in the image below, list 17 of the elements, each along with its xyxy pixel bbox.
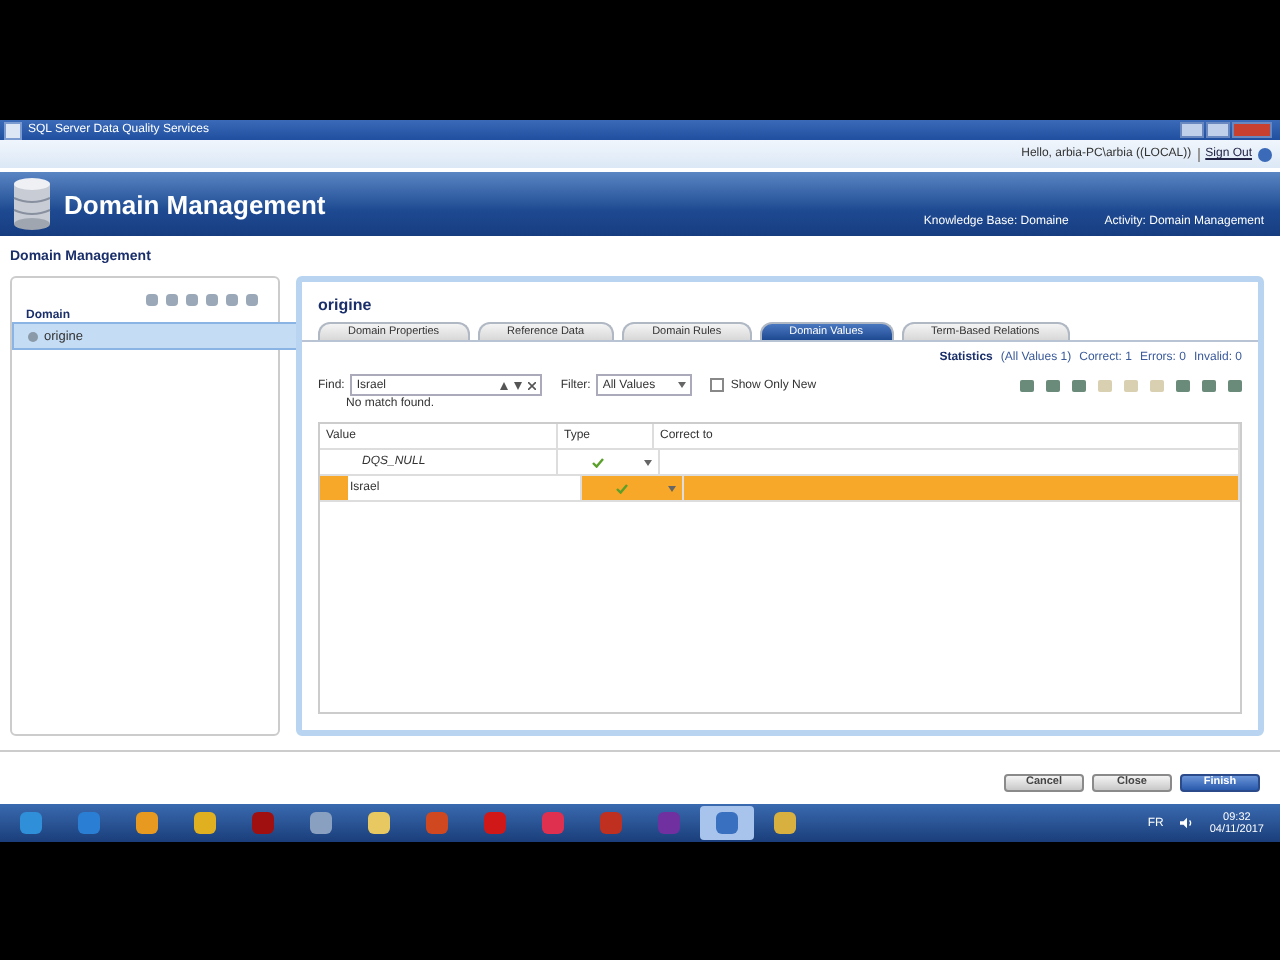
check-icon xyxy=(616,483,628,493)
up-arrow-icon[interactable] xyxy=(500,381,509,389)
clear-icon[interactable] xyxy=(528,381,537,389)
caret-icon[interactable] xyxy=(668,485,676,491)
help-icon[interactable] xyxy=(1258,147,1272,161)
database-icon xyxy=(12,178,52,230)
caret-icon[interactable] xyxy=(644,459,652,465)
maximize-button[interactable] xyxy=(1206,122,1230,138)
show-only-new-checkbox[interactable] xyxy=(710,378,725,392)
domain-title: origine xyxy=(316,294,374,318)
app-icon xyxy=(4,121,22,139)
header-title: Domain Management xyxy=(64,189,326,219)
down-arrow-icon[interactable] xyxy=(514,381,523,389)
minimize-button[interactable] xyxy=(1180,122,1204,138)
check-icon xyxy=(592,457,604,467)
caret-icon xyxy=(678,382,687,388)
speaker-icon[interactable] xyxy=(1179,816,1194,830)
